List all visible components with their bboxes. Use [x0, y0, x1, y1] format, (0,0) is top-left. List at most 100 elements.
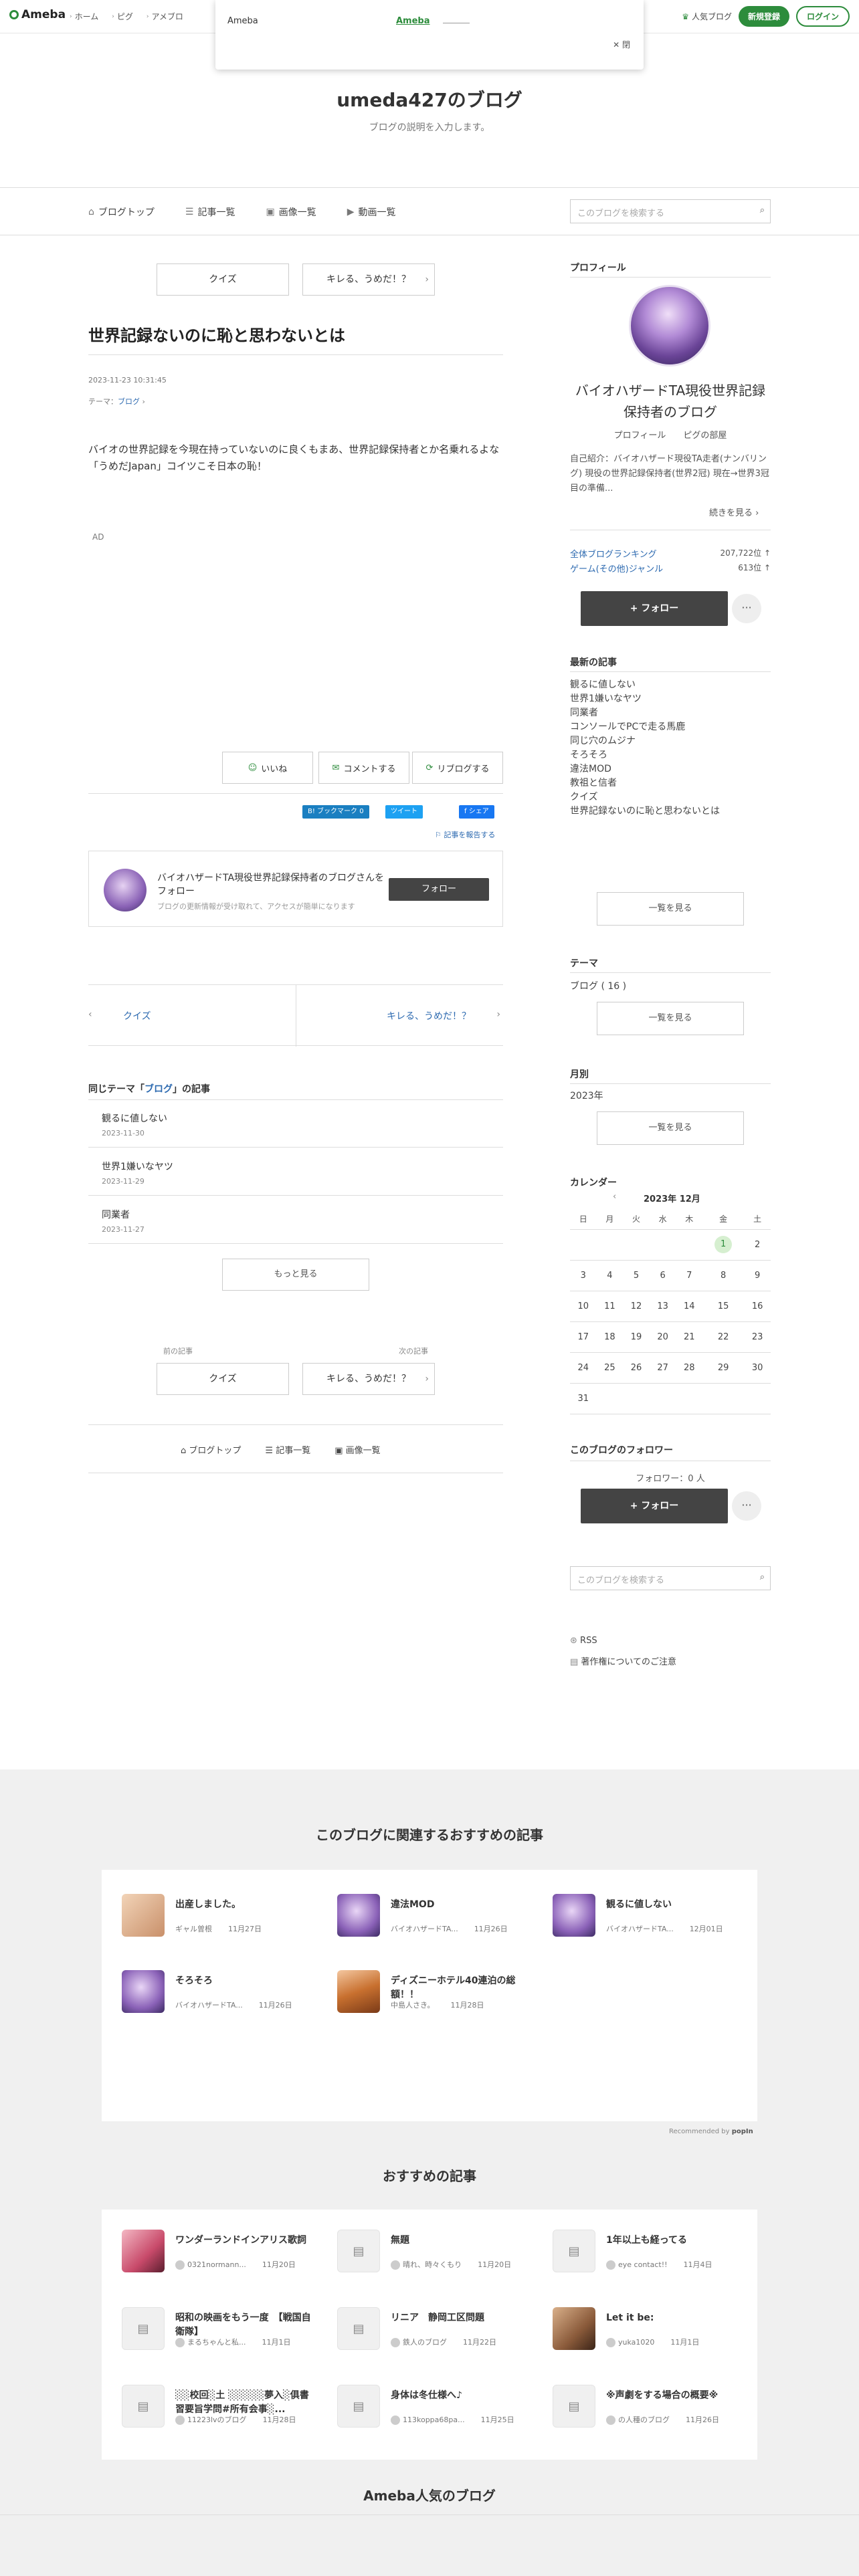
nav-image-list[interactable]: ▣ 画像一覧 — [266, 205, 316, 219]
theme-list-button[interactable]: 一覧を見る — [597, 1002, 744, 1035]
popup-close-button[interactable]: ✕ 閉 — [613, 39, 630, 50]
theme-link[interactable]: ブログ — [118, 397, 140, 406]
nav-ameblo[interactable]: › アメブロ — [147, 11, 183, 22]
calendar-day[interactable]: 5 — [623, 1260, 650, 1291]
next-article-link[interactable]: キレる、うめだ！？ — [387, 1009, 471, 1023]
latest-item[interactable]: 違法MOD — [570, 762, 720, 776]
sidebar-search-input[interactable]: このブログを検索する ⌕ — [570, 1566, 771, 1590]
osusume-card[interactable]: ▤ リニア 静岡工区問題 鉄人のブログ 11月22日 — [337, 2307, 538, 2361]
calendar-day[interactable]: 26 — [623, 1352, 650, 1384]
calendar-day[interactable]: 13 — [649, 1291, 676, 1322]
calendar-day[interactable]: 28 — [676, 1352, 703, 1384]
latest-item[interactable]: コンソールでPCで走る馬鹿 — [570, 720, 720, 734]
osusume-card[interactable]: ▤ 身体は冬仕様へ♪ 113koppa68pa... 11月25日 — [337, 2385, 538, 2438]
calendar-day[interactable]: 11 — [596, 1291, 624, 1322]
sidebar-follow-button[interactable]: + フォロー — [581, 591, 728, 626]
calendar-day[interactable]: 6 — [649, 1260, 676, 1291]
hatena-bookmark-button[interactable]: B! ブックマーク 0 — [302, 805, 369, 819]
calendar-day[interactable]: 18 — [596, 1321, 624, 1353]
calendar-day[interactable]: 2 — [744, 1229, 771, 1261]
profile-avatar[interactable] — [629, 285, 710, 366]
login-button[interactable]: ログイン — [795, 6, 850, 27]
calendar-day[interactable]: 31 — [570, 1383, 597, 1414]
latest-item[interactable]: 教祖と信者 — [570, 776, 720, 790]
blog-search-input[interactable]: このブログを検索する ⌕ — [570, 199, 771, 223]
prev-article-bottom[interactable]: クイズ — [157, 1363, 289, 1395]
blog-title[interactable]: umeda427のブログ — [0, 86, 859, 112]
more-options-button[interactable]: ··· — [732, 594, 761, 623]
calendar-day[interactable]: 27 — [649, 1352, 676, 1384]
calendar-day[interactable]: 19 — [623, 1321, 650, 1353]
calendar-day[interactable]: 25 — [596, 1352, 624, 1384]
osusume-card[interactable]: ▤ ░░校回░土 ░░░░░夢入░俱書習要旨学問#所有会事░... 11223lvの… — [122, 2385, 322, 2438]
latest-item[interactable]: 同業者 — [570, 706, 720, 720]
related-item[interactable]: 世界1嫌いなヤツ 2023-11-29 — [88, 1149, 503, 1196]
calendar-prev-icon[interactable]: ‹ — [613, 1192, 616, 1202]
latest-item[interactable]: 世界記録ないのに恥と思わないとは — [570, 804, 720, 819]
nav-blog-top[interactable]: ⌂ ブログトップ — [88, 205, 155, 219]
facebook-share-button[interactable]: f シェア — [459, 805, 494, 819]
calendar-day[interactable]: 14 — [676, 1291, 703, 1322]
osusume-card[interactable]: ▤ 無題 晴れ、時々くもり 11月20日 — [337, 2230, 538, 2283]
latest-list-button[interactable]: 一覧を見る — [597, 892, 744, 926]
profile-link[interactable]: プロフィール — [614, 428, 666, 441]
related-item[interactable]: 観るに値しない 2023-11-30 — [88, 1101, 503, 1148]
latest-item[interactable]: 世界1嫌いなヤツ — [570, 692, 720, 706]
osusume-card[interactable]: ワンダーランドインアリス歌詞 0321normann... 11月20日 — [122, 2230, 322, 2283]
recommend-card[interactable]: 違法MOD バイオハザードTA... 11月26日 — [337, 1894, 538, 1947]
profile-name[interactable]: バイオハザードTA現役世界記録保持者のブログ — [570, 380, 771, 423]
monthly-list-button[interactable]: 一覧を見る — [597, 1111, 744, 1145]
recommend-card[interactable]: 観るに値しない バイオハザードTA... 12月01日 — [553, 1894, 753, 1947]
calendar-day[interactable]: 20 — [649, 1321, 676, 1353]
search-icon[interactable]: ⌕ — [760, 205, 765, 215]
latest-item[interactable]: 同じ穴のムジナ — [570, 734, 720, 748]
calendar-day[interactable]: 23 — [744, 1321, 771, 1353]
footer-nav-entry-list[interactable]: ☰ 記事一覧 — [265, 1443, 310, 1456]
calendar-day[interactable]: 1 — [702, 1229, 745, 1261]
calendar-day[interactable]: 8 — [702, 1260, 745, 1291]
calendar-day[interactable]: 21 — [676, 1321, 703, 1353]
monthly-item[interactable]: 2023年 — [570, 1089, 603, 1102]
comment-button[interactable]: ✉ コメントする — [318, 752, 409, 784]
calendar-day[interactable]: 10 — [570, 1291, 597, 1322]
osusume-card[interactable]: ▤ 昭和の映画をもう一度 【戦国自衛隊】 まるちゃんと私... 11月1日 — [122, 2307, 322, 2361]
recommend-card[interactable]: 出産しました。 ギャル曽根 11月27日 — [122, 1894, 322, 1947]
pigg-room-link[interactable]: ピグの部屋 — [683, 428, 727, 441]
like-button[interactable]: ☺ いいね — [222, 752, 313, 784]
latest-item[interactable]: 観るに値しない — [570, 678, 720, 692]
latest-item[interactable]: そろそろ — [570, 748, 720, 762]
calendar-day[interactable]: 3 — [570, 1260, 597, 1291]
footer-nav-image-list[interactable]: ▣ 画像一覧 — [335, 1443, 380, 1456]
osusume-card[interactable]: Let it be: yuka1020 11月1日 — [553, 2307, 753, 2361]
reblog-button[interactable]: ⟳ リブログする — [412, 752, 503, 784]
more-related-button[interactable]: もっと見る — [222, 1259, 369, 1291]
latest-item[interactable]: クイズ — [570, 790, 720, 804]
nav-home[interactable]: › ホーム — [70, 11, 98, 22]
calendar-day[interactable]: 15 — [702, 1291, 745, 1322]
osusume-card[interactable]: ▤ 1年以上も経ってる eye contact!! 11月4日 — [553, 2230, 753, 2283]
read-more-link[interactable]: 続きを見る › — [709, 506, 759, 518]
report-link[interactable]: ⚐ 記事を報告する — [435, 829, 495, 840]
theme-item[interactable]: ブログ ( 16 ) — [570, 979, 626, 992]
nav-pigg[interactable]: › ピグ — [112, 11, 133, 22]
calendar-day[interactable]: 4 — [596, 1260, 624, 1291]
recommend-card[interactable]: ディズニーホテル40連泊の総額！！ 中島人さき。 11月28日 — [337, 1970, 538, 2024]
calendar-day[interactable]: 16 — [744, 1291, 771, 1322]
signup-button[interactable]: 新規登録 — [738, 6, 789, 27]
popular-blogs-link[interactable]: ♛ 人気ブログ — [682, 11, 732, 22]
related-item[interactable]: 同業者 2023-11-27 — [88, 1197, 503, 1244]
copyright-link[interactable]: ▤ 著作権についてのご注意 — [570, 1654, 676, 1667]
footer-nav-blog-top[interactable]: ⌂ ブログトップ — [181, 1443, 241, 1456]
genre-ranking-link[interactable]: ゲーム(その他)ジャンル — [570, 562, 663, 574]
calendar-day[interactable]: 22 — [702, 1321, 745, 1353]
follow-button[interactable]: フォロー — [389, 878, 489, 901]
tweet-button[interactable]: ツイート — [385, 805, 423, 819]
more-options-button[interactable]: ··· — [732, 1491, 761, 1521]
calendar-day[interactable]: 30 — [744, 1352, 771, 1384]
popup-link[interactable]: Ameba — [396, 16, 430, 26]
prev-article-link[interactable]: クイズ — [123, 1009, 151, 1023]
recommend-card[interactable]: そろそろ バイオハザードTA... 11月26日 — [122, 1970, 322, 2024]
calendar-day[interactable]: 12 — [623, 1291, 650, 1322]
nav-video-list[interactable]: ▶ 動画一覧 — [347, 205, 396, 219]
calendar-day[interactable]: 9 — [744, 1260, 771, 1291]
